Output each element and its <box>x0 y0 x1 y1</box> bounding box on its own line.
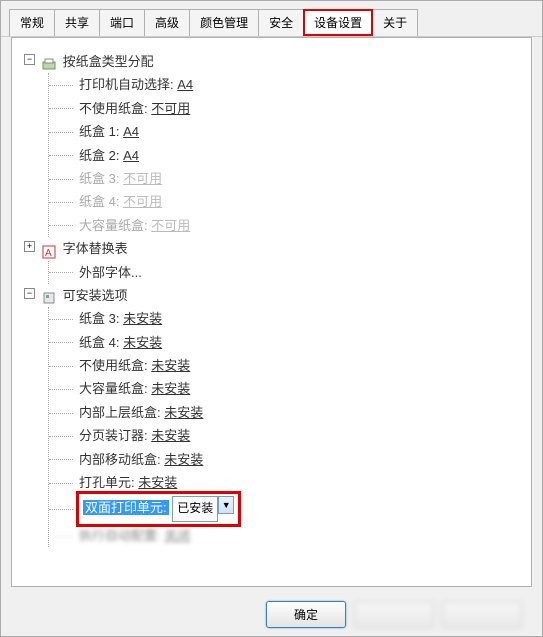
value-link[interactable]: 未安装 <box>151 428 190 443</box>
dialog-buttons: 确定 <box>266 601 522 628</box>
section-title: 可安装选项 <box>63 288 128 303</box>
tree-item: 打孔单元: 未安装 <box>49 471 519 494</box>
value-link: 不可用 <box>123 171 162 186</box>
font-icon: A <box>42 243 56 257</box>
tree-item: 纸盒 4: 未安装 <box>49 331 519 354</box>
tree-section-font-substitution: + A 字体替换表 外部字体... <box>24 237 519 284</box>
tree-item: 内部上层纸盒: 未安装 <box>49 401 519 424</box>
section-title: 按纸盒类型分配 <box>63 54 154 69</box>
tab-bar: 常规 共享 端口 高级 颜色管理 安全 设备设置 关于 <box>1 1 542 37</box>
tree-item: 不使用纸盒: 未安装 <box>49 354 519 377</box>
tab-security[interactable]: 安全 <box>258 9 304 36</box>
tray-icon <box>42 56 56 70</box>
ok-button[interactable]: 确定 <box>266 601 346 628</box>
section-children: 外部字体... <box>48 261 519 284</box>
svg-text:A: A <box>45 248 52 259</box>
chevron-down-icon[interactable]: ▼ <box>218 496 234 514</box>
tree-section-installable-options: − 可安装选项 纸盒 3: 未安装 纸盒 4: 未安装 不使用纸盒: 未安装 大… <box>24 284 519 548</box>
value-link[interactable]: 未安装 <box>164 405 203 420</box>
duplex-combo-value[interactable]: 已安装 <box>172 496 218 522</box>
tree-item: 大容量纸盒: 未安装 <box>49 377 519 400</box>
tree-panel: − 按纸盒类型分配 打印机自动选择: A4 不使用纸盒: 不可用 纸盒 1: A… <box>11 37 532 587</box>
tab-about[interactable]: 关于 <box>372 9 418 36</box>
value-link[interactable]: 未安装 <box>123 335 162 350</box>
tree-item: 内部移动纸盒: 未安装 <box>49 448 519 471</box>
tree-item: 纸盒 1: A4 <box>49 120 519 143</box>
options-icon <box>42 289 56 303</box>
tree-item[interactable]: 外部字体... <box>49 261 519 284</box>
tree-item: 分页装订器: 未安装 <box>49 424 519 447</box>
selected-label: 双面打印单元: <box>83 500 169 515</box>
tree-item: 大容量纸盒: 不可用 <box>49 214 519 237</box>
value-link[interactable]: 未安装 <box>123 311 162 326</box>
collapse-icon[interactable]: − <box>24 288 35 299</box>
blurred-button[interactable] <box>442 601 522 628</box>
tree-section-tray-assignment: − 按纸盒类型分配 打印机自动选择: A4 不使用纸盒: 不可用 纸盒 1: A… <box>24 50 519 237</box>
blurred-button[interactable] <box>354 601 434 628</box>
tree-item: 打印机自动选择: A4 <box>49 73 519 96</box>
tree-item: 纸盒 3: 未安装 <box>49 307 519 330</box>
tab-advanced[interactable]: 高级 <box>144 9 190 36</box>
tab-color-management[interactable]: 颜色管理 <box>189 9 259 36</box>
tree-item: 不使用纸盒: 不可用 <box>49 97 519 120</box>
value-link[interactable]: A4 <box>123 124 139 139</box>
tab-device-settings[interactable]: 设备设置 <box>303 9 373 36</box>
value-link[interactable]: 未安装 <box>164 452 203 467</box>
value-link[interactable]: 未安装 <box>151 358 190 373</box>
value-link[interactable]: 关闭 <box>164 528 190 543</box>
value-link[interactable]: 未安装 <box>138 475 177 490</box>
tab-sharing[interactable]: 共享 <box>54 9 100 36</box>
printer-properties-dialog: 常规 共享 端口 高级 颜色管理 安全 设备设置 关于 − 按纸盒类型分配 打印… <box>0 0 543 637</box>
collapse-icon[interactable]: − <box>24 54 35 65</box>
value-link[interactable]: 不可用 <box>151 101 190 116</box>
expand-icon[interactable]: + <box>24 241 35 252</box>
value-link: 不可用 <box>123 194 162 209</box>
tab-ports[interactable]: 端口 <box>99 9 145 36</box>
tree-item: 纸盒 2: A4 <box>49 144 519 167</box>
tree-item: 纸盒 4: 不可用 <box>49 190 519 213</box>
value-link[interactable]: A4 <box>123 148 139 163</box>
tree-item-duplex-unit: 双面打印单元: 已安装▼ <box>49 494 519 524</box>
value-link[interactable]: A4 <box>177 77 193 92</box>
value-link[interactable]: 未安装 <box>151 381 190 396</box>
value-link: 不可用 <box>151 218 190 233</box>
section-children: 打印机自动选择: A4 不使用纸盒: 不可用 纸盒 1: A4 纸盒 2: A4… <box>48 73 519 237</box>
section-title: 字体替换表 <box>63 241 128 256</box>
tab-general[interactable]: 常规 <box>9 9 55 36</box>
settings-tree: − 按纸盒类型分配 打印机自动选择: A4 不使用纸盒: 不可用 纸盒 1: A… <box>24 50 519 547</box>
highlighted-row: 双面打印单元: 已安装▼ <box>79 494 238 524</box>
tree-item: 纸盒 3: 不可用 <box>49 167 519 190</box>
section-children: 纸盒 3: 未安装 纸盒 4: 未安装 不使用纸盒: 未安装 大容量纸盒: 未安… <box>48 307 519 547</box>
tree-item: 执行自动配置: 关闭 <box>49 524 519 547</box>
